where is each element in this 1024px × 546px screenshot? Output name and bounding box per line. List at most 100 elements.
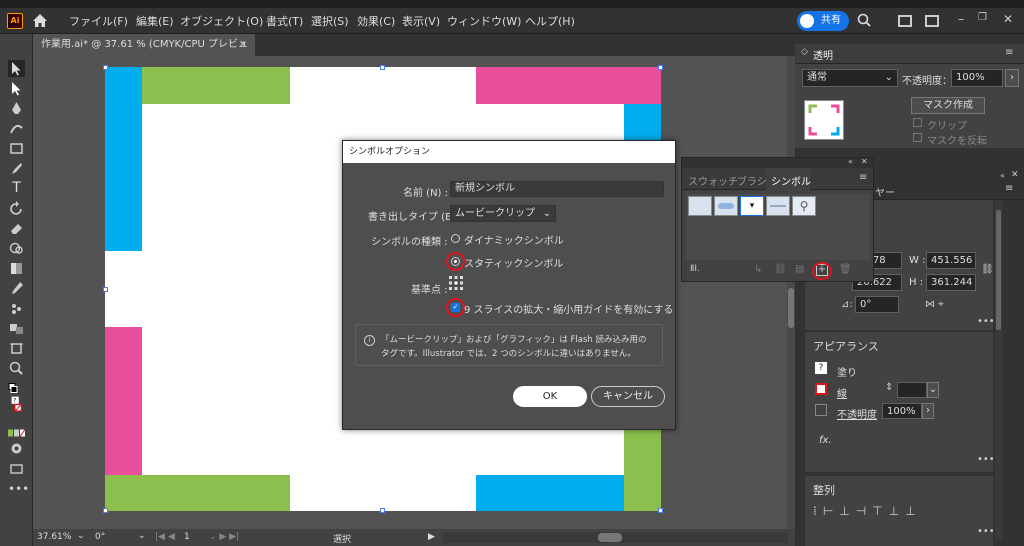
stroke-label[interactable]: 線 — [837, 385, 847, 400]
pink-block-left[interactable] — [105, 327, 142, 475]
stroke-swatch-icon[interactable] — [815, 383, 827, 395]
paintbrush-tool-icon[interactable] — [8, 160, 25, 177]
status-menu-icon[interactable]: ▶ — [428, 532, 435, 542]
shape-builder-tool-icon[interactable] — [8, 240, 25, 257]
selection-handle[interactable] — [380, 65, 385, 70]
angle-field[interactable]: 0° — [855, 296, 899, 313]
rotation-value[interactable]: 0° — [95, 532, 105, 542]
symbol-options-icon[interactable]: ▤ — [795, 264, 804, 275]
drawing-mode-icon[interactable] — [8, 440, 25, 457]
cancel-button[interactable]: キャンセル — [591, 386, 665, 407]
horizontal-scrollbar-thumb[interactable] — [598, 533, 622, 542]
pen-tool-icon[interactable] — [8, 100, 25, 117]
more-options-icon[interactable]: ••• — [977, 454, 995, 465]
panel-menu-icon[interactable]: ≡ — [859, 172, 867, 183]
selection-handle[interactable] — [103, 508, 108, 513]
symbol-thumbnail[interactable] — [688, 196, 712, 216]
transparency-panel-title[interactable]: 透明 — [813, 47, 833, 62]
dynamic-symbol-label[interactable]: ダイナミックシンボル — [464, 232, 564, 247]
tab-swatches[interactable]: スウォッチ — [688, 173, 738, 188]
cyan-block-bottom[interactable] — [476, 475, 624, 511]
fill-stroke-swatch[interactable]: ? — [8, 396, 25, 422]
eraser-tool-icon[interactable] — [8, 220, 25, 237]
minimize-icon[interactable]: – — [958, 12, 964, 26]
pink-block-corner[interactable] — [624, 67, 661, 104]
make-mask-button[interactable]: マスク作成 — [911, 97, 985, 114]
blend-tool-icon[interactable] — [8, 320, 25, 337]
cyan-block-top-left[interactable] — [105, 67, 142, 251]
menu-effect[interactable]: 効果(C) — [357, 13, 395, 29]
close-panel-icon[interactable]: ✕ — [861, 157, 868, 166]
gradient-tool-icon[interactable] — [8, 260, 25, 277]
rectangle-tool-icon[interactable] — [8, 140, 25, 157]
more-tools-icon[interactable]: ••• — [8, 482, 29, 499]
type-tool-icon[interactable]: T — [8, 180, 25, 197]
invert-mask-checkbox[interactable] — [913, 133, 922, 142]
fx-icon[interactable]: fx. — [819, 435, 832, 446]
dock-scrollbar-thumb[interactable] — [996, 210, 1001, 330]
green-block-top[interactable] — [142, 67, 290, 104]
eyedropper-tool-icon[interactable] — [8, 280, 25, 297]
appearance-opacity-label[interactable]: 不透明度 — [837, 406, 877, 421]
close-panel-icon[interactable]: ✕ — [1011, 170, 1019, 180]
symbol-thumbnail[interactable] — [766, 196, 790, 216]
stroke-weight-field[interactable] — [897, 382, 927, 398]
menu-file[interactable]: ファイル(F) — [69, 13, 128, 29]
collapse-panels-icon[interactable]: « — [1000, 171, 1005, 180]
symbol-name-input[interactable]: 新規シンボル — [450, 181, 664, 197]
panel-collapse-icon[interactable]: ◇ — [801, 47, 808, 57]
selection-handle[interactable] — [103, 65, 108, 70]
menu-window[interactable]: ウィンドウ(W) — [447, 13, 521, 29]
page-number[interactable]: 1 — [184, 532, 190, 542]
collapse-panel-icon[interactable]: « — [848, 157, 853, 166]
nine-slice-label[interactable]: 9 スライスの拡大・縮小用ガイドを有効にする — [464, 301, 673, 316]
width-field[interactable]: 451.556 — [926, 252, 976, 269]
symbol-thumbnail[interactable] — [714, 196, 738, 216]
selection-handle[interactable] — [658, 65, 663, 70]
opacity-stepper[interactable]: › — [1005, 69, 1019, 87]
close-window-icon[interactable]: ✕ — [1003, 12, 1013, 26]
dynamic-symbol-radio[interactable] — [451, 234, 460, 243]
search-icon[interactable] — [857, 13, 871, 27]
selection-handle[interactable] — [380, 508, 385, 513]
close-tab-icon[interactable]: × — [239, 34, 247, 56]
symbol-sprayer-tool-icon[interactable] — [8, 300, 25, 317]
zoom-dropdown-icon[interactable]: ⌄ — [77, 531, 85, 541]
rotation-dropdown-icon[interactable]: ⌄ — [138, 531, 146, 541]
tab-symbols[interactable]: シンボル — [766, 168, 811, 190]
clip-checkbox[interactable] — [913, 118, 922, 127]
first-page-icon[interactable]: |◀ ◀ — [155, 532, 175, 542]
restore-icon[interactable]: ❐ — [978, 12, 987, 23]
share-button[interactable]: 共有 — [797, 11, 849, 31]
menu-type[interactable]: 書式(T) — [266, 13, 303, 29]
selection-handle[interactable] — [658, 508, 663, 513]
color-mode-icons[interactable] — [8, 425, 26, 437]
symbols-panel-grip[interactable]: « ✕ — [682, 157, 873, 168]
panel-menu-icon[interactable]: ≡ — [1005, 183, 1013, 194]
menu-object[interactable]: オブジェクト(O) — [180, 13, 263, 29]
home-icon[interactable] — [32, 13, 48, 28]
selection-tool-icon[interactable] — [8, 60, 25, 77]
more-options-icon[interactable]: ••• — [977, 526, 995, 537]
fill-label[interactable]: 塗り — [837, 364, 857, 379]
next-page-icon[interactable]: ⌄ ▶ ▶| — [209, 532, 239, 542]
arrange-documents-icon[interactable] — [898, 15, 912, 27]
workspace-switcher-icon[interactable] — [925, 15, 939, 27]
break-link-icon[interactable]: ⛓ — [774, 264, 787, 275]
export-type-dropdown[interactable]: ムービークリップ ⌄ — [450, 205, 556, 222]
place-symbol-icon[interactable]: ↳ — [754, 264, 762, 275]
layers-tab-partial[interactable]: ヤー — [875, 184, 895, 199]
rotate-tool-icon[interactable] — [8, 200, 25, 217]
screen-mode-icon[interactable] — [8, 460, 25, 477]
tab-brushes[interactable]: ブラシ — [737, 173, 767, 188]
height-field[interactable]: 361.244 — [926, 274, 976, 291]
flip-icons[interactable]: ⋈ ⌖ — [925, 299, 944, 310]
delete-symbol-icon[interactable]: 🗑 — [839, 264, 852, 275]
document-tab[interactable]: 作業用.ai* @ 37.61 % (CMYK/CPU プレビュー) × — [33, 34, 255, 72]
green-block-bottom[interactable] — [105, 475, 290, 511]
direct-selection-tool-icon[interactable] — [8, 80, 25, 97]
more-options-icon[interactable]: ••• — [977, 316, 995, 327]
align-buttons-icons[interactable]: ⁞⊢⊥⊣⊤⊥⊥ — [813, 504, 922, 518]
ok-button[interactable]: OK — [513, 386, 587, 407]
symbol-thumbnail-search[interactable]: ⚲ — [792, 196, 816, 216]
